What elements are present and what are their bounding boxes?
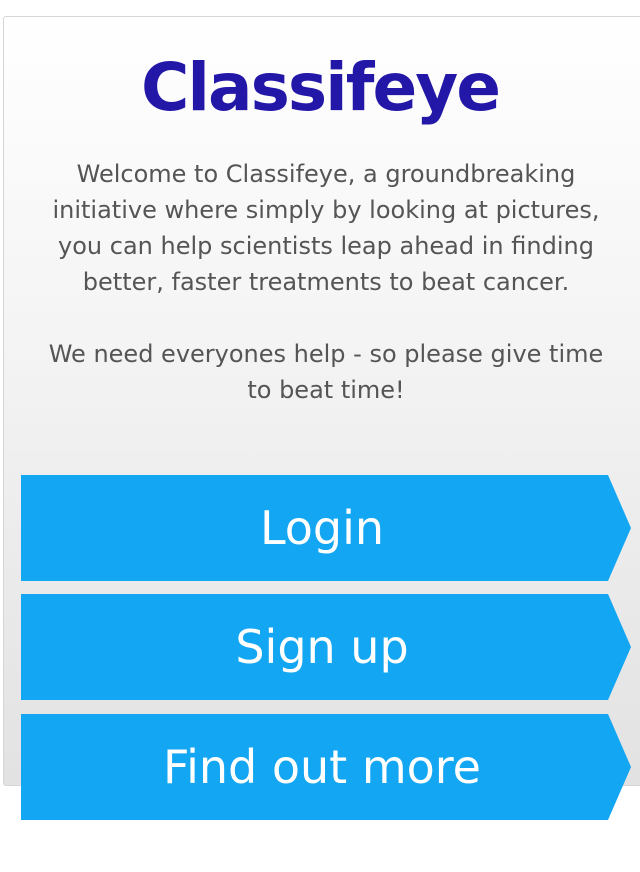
find-out-more-button[interactable]: Find out more bbox=[21, 714, 631, 820]
login-button-label: Login bbox=[259, 501, 385, 555]
intro-text: Welcome to Classifeye, a groundbreaking … bbox=[40, 156, 612, 408]
sign-up-button-label: Sign up bbox=[235, 620, 409, 674]
find-out-more-button-label: Find out more bbox=[163, 740, 481, 794]
app-logo: Classifeye bbox=[140, 49, 501, 126]
sign-up-button[interactable]: Sign up bbox=[21, 594, 631, 700]
appeal-paragraph: We need everyones help - so please give … bbox=[48, 340, 604, 404]
welcome-paragraph: Welcome to Classifeye, a groundbreaking … bbox=[52, 160, 600, 296]
login-button[interactable]: Login bbox=[21, 475, 631, 581]
